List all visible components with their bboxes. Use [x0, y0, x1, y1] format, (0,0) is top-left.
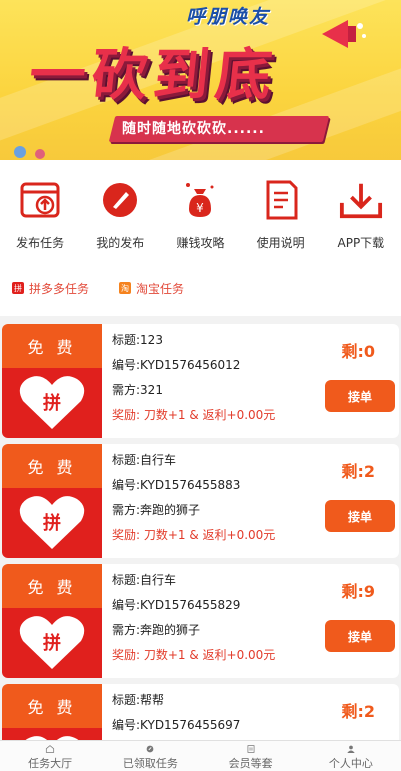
feature-label: 发布任务: [16, 236, 65, 250]
task-title: 标题:自行车: [112, 573, 177, 587]
feature-instructions[interactable]: 使用说明: [241, 160, 321, 260]
home-icon: [46, 745, 55, 753]
platform-label: 拼多多任务: [29, 281, 90, 296]
task-code: 编号:KYD1576455829: [112, 598, 241, 612]
feature-label: 使用说明: [256, 236, 305, 250]
feature-label: 赚钱攻略: [176, 236, 225, 250]
task-card: 免 费 拼 标题:自行车 编号:KYD1576455829 需方:奔跑的狮子 奖…: [2, 564, 399, 678]
task-remaining: 剩:9: [341, 582, 375, 601]
flower-decoration-icon: [14, 146, 45, 159]
svg-text:拼: 拼: [43, 512, 61, 534]
pinduoduo-heart-icon: 拼: [19, 376, 85, 429]
my-publish-icon: [98, 178, 142, 222]
free-badge: 免 费: [2, 564, 102, 608]
task-code: 编号:KYD1576456012: [112, 358, 241, 372]
tab-label: 已领取任务: [122, 757, 178, 770]
task-card: 免 费 拼 标题:自行车 编号:KYD1576455883 需方:奔跑的狮子 奖…: [2, 444, 399, 558]
platform-filter: 拼 拼多多任务 淘 淘宝任务: [0, 260, 401, 316]
task-requester: 需方:321: [112, 383, 163, 397]
publish-task-icon: [18, 178, 62, 222]
feature-label: 我的发布: [96, 236, 145, 250]
feature-menu: 发布任务 我的发布 ¥ 赚钱攻略 使用说明 APP下载: [0, 160, 401, 260]
task-thumbnail: 免 费 拼: [2, 444, 102, 558]
svg-text:拼: 拼: [43, 392, 61, 414]
free-badge: 免 费: [2, 684, 102, 728]
task-reward: 奖励: 刀数+1 & 返利+0.00元: [112, 408, 276, 422]
document-icon: [259, 178, 303, 222]
accept-task-button[interactable]: 接单: [325, 500, 395, 532]
feature-money-guide[interactable]: ¥ 赚钱攻略: [160, 160, 240, 260]
feature-publish-task[interactable]: 发布任务: [0, 160, 80, 260]
pinduoduo-heart-icon: 拼: [19, 616, 85, 669]
taobao-icon: 淘: [119, 282, 132, 294]
bottom-tabbar: 任务大厅 已领取任务 会员等套 个人中心: [0, 740, 401, 771]
task-info: 标题:自行车 编号:KYD1576455883 需方:奔跑的狮子 奖励: 刀数+…: [112, 448, 322, 548]
task-title: 标题:123: [112, 333, 163, 347]
task-info: 标题:自行车 编号:KYD1576455829 需方:奔跑的狮子 奖励: 刀数+…: [112, 568, 322, 668]
user-icon: [347, 745, 355, 753]
svg-text:拼: 拼: [43, 632, 61, 654]
platform-label: 淘宝任务: [136, 281, 185, 296]
task-icon: [146, 745, 154, 753]
svg-text:¥: ¥: [197, 201, 205, 215]
task-remaining: 剩:0: [341, 342, 375, 361]
task-code: 编号:KYD1576455883: [112, 478, 241, 492]
tab-membership[interactable]: 会员等套: [201, 741, 301, 771]
banner-headline: 一砍到底: [26, 43, 281, 108]
vip-icon: [247, 745, 255, 753]
accept-task-button[interactable]: 接单: [325, 620, 395, 652]
megaphone-icon: [322, 20, 366, 48]
task-title: 标题:帮帮: [112, 693, 165, 707]
task-code: 编号:KYD1576455697: [112, 718, 241, 732]
tab-label: 会员等套: [228, 757, 273, 770]
tab-label: 任务大厅: [28, 757, 73, 770]
banner-brand: 呼朋唤友: [186, 6, 271, 28]
tab-profile[interactable]: 个人中心: [301, 741, 401, 771]
free-badge: 免 费: [2, 444, 102, 488]
hero-banner[interactable]: 呼朋唤友 一砍到底 随时随地砍砍砍......: [0, 0, 401, 160]
task-info: 标题:帮帮 编号:KYD1576455697: [112, 688, 322, 738]
banner-subline: 随时随地砍砍砍......: [122, 121, 265, 137]
task-remaining: 剩:2: [341, 702, 375, 721]
tab-received-tasks[interactable]: 已领取任务: [100, 741, 200, 771]
feature-label: APP下载: [337, 236, 385, 250]
platform-pinduoduo[interactable]: 拼 拼多多任务: [12, 280, 89, 297]
task-remaining: 剩:2: [341, 462, 375, 481]
tab-label: 个人中心: [328, 757, 373, 770]
platform-taobao[interactable]: 淘 淘宝任务: [119, 280, 184, 297]
download-icon: [339, 178, 383, 222]
task-info: 标题:123 编号:KYD1576456012 需方:321 奖励: 刀数+1 …: [112, 328, 322, 428]
pinduoduo-heart-icon: 拼: [19, 496, 85, 549]
accept-task-button[interactable]: 接单: [325, 380, 395, 412]
tab-task-hall[interactable]: 任务大厅: [0, 741, 100, 771]
pinduoduo-icon: 拼: [12, 282, 24, 294]
task-thumbnail: 免 费 拼: [2, 564, 102, 678]
task-reward: 奖励: 刀数+1 & 返利+0.00元: [112, 528, 276, 542]
feature-my-publish[interactable]: 我的发布: [80, 160, 160, 260]
task-reward: 奖励: 刀数+1 & 返利+0.00元: [112, 648, 276, 662]
task-requester: 需方:奔跑的狮子: [112, 623, 201, 637]
task-thumbnail: 免 费 拼: [2, 324, 102, 438]
task-card: 免 费 拼 标题:123 编号:KYD1576456012 需方:321 奖励:…: [2, 324, 399, 438]
free-badge: 免 费: [2, 324, 102, 368]
money-bag-icon: ¥: [178, 178, 222, 222]
task-requester: 需方:奔跑的狮子: [112, 503, 201, 517]
task-title: 标题:自行车: [112, 453, 177, 467]
feature-app-download[interactable]: APP下载: [321, 160, 401, 260]
